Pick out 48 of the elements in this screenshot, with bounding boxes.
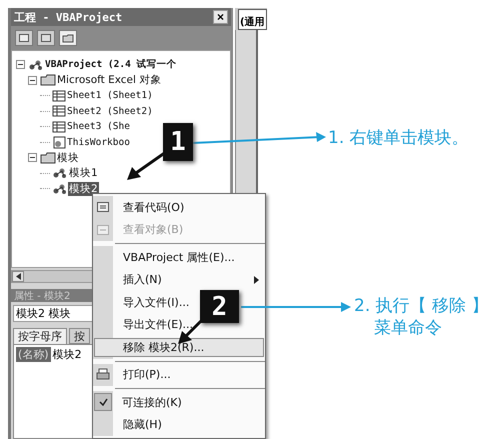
folder-icon — [62, 34, 74, 42]
workbook-icon — [52, 136, 66, 149]
window-title: 属性 - 模块2 — [14, 290, 70, 302]
tree-item[interactable]: 模块1 — [68, 166, 99, 180]
module-icon — [52, 182, 68, 195]
property-name: (名称) — [16, 347, 51, 362]
worksheet-icon — [52, 90, 66, 102]
menu-item[interactable]: 移除 模块2(R)... — [93, 336, 265, 358]
scroll-left-button[interactable] — [12, 271, 24, 282]
tree-item[interactable]: Sheet2 (Sheet2) — [66, 106, 154, 117]
form-icon — [41, 34, 51, 42]
tree-item[interactable]: Microsoft Excel 对象 — [56, 73, 162, 88]
submenu-arrow-icon — [254, 276, 259, 284]
left-arrow-icon — [16, 273, 20, 280]
printer-icon — [96, 368, 110, 382]
annotation-text: 1. 右键单击模块。 — [328, 127, 469, 149]
collapse-toggle-icon[interactable] — [28, 153, 37, 162]
view-object-button[interactable] — [37, 30, 55, 46]
tree-item[interactable]: 模块2 — [68, 182, 99, 196]
tree-item[interactable]: Sheet3 (She — [66, 121, 131, 132]
project-icon — [28, 58, 44, 71]
tree-item[interactable]: VBAProject (2.4 试写一个 — [44, 58, 178, 72]
module-icon — [52, 167, 68, 180]
annotation-text: 2. 执行【 移除 】 — [354, 295, 488, 317]
step-number: 2 — [200, 290, 239, 323]
worksheet-icon — [52, 105, 66, 118]
form-icon — [97, 224, 109, 235]
code-window-icon — [19, 34, 29, 42]
tab[interactable]: 按字母序 — [13, 328, 67, 344]
annotation-text: 菜单命令 — [373, 317, 442, 339]
worksheet-icon — [52, 120, 66, 133]
toggle-folders-button[interactable] — [59, 30, 77, 46]
folder-icon — [40, 152, 56, 164]
code-window-icon — [97, 202, 109, 212]
window-title: 工程 - VBAProject — [14, 10, 122, 24]
tree-item[interactable]: 模块 — [56, 150, 80, 165]
object-dropdown[interactable]: (通用 — [238, 8, 267, 30]
step-number: 1 — [163, 123, 193, 161]
folder-icon — [40, 74, 56, 86]
tab[interactable]: 按 — [69, 328, 90, 344]
tree-item[interactable]: ThisWorkboo — [66, 136, 131, 148]
view-code-button[interactable] — [15, 30, 33, 46]
collapse-toggle-icon[interactable] — [28, 76, 37, 85]
tree-item[interactable]: Sheet1 (Sheet1) — [66, 90, 154, 102]
property-value[interactable]: 模块2 — [52, 347, 82, 362]
close-button[interactable]: × — [213, 10, 228, 24]
check-icon — [94, 393, 112, 412]
collapse-toggle-icon[interactable] — [16, 60, 25, 70]
